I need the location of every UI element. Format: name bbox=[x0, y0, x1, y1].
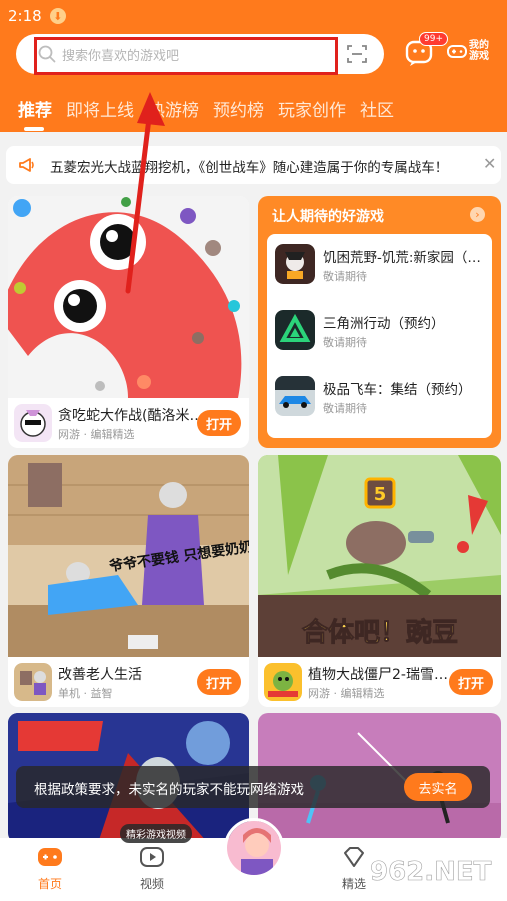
level-badge-text: 5 bbox=[374, 484, 387, 505]
tab-reservation-rank[interactable]: 预约榜 bbox=[213, 96, 264, 121]
list-item[interactable]: 极品飞车：集结（预约） 敬请期待 bbox=[275, 372, 487, 424]
game-tags: 网游 · 编辑精选 bbox=[58, 428, 135, 441]
nav-video-label: 视频 bbox=[139, 877, 164, 891]
top-header: 2:18 ⬇ 搜索你喜欢的游戏吧 99+ 我的游戏 推荐 即将上线 热游榜 预约… bbox=[0, 0, 507, 132]
elderly-game-icon bbox=[14, 663, 52, 701]
game-name: 植物大战僵尸2-瑞雪… bbox=[308, 667, 448, 683]
panel-title: 让人期待的好游戏 bbox=[272, 209, 384, 225]
snake-game-banner bbox=[8, 196, 249, 398]
verify-name-button[interactable]: 去实名 bbox=[404, 773, 472, 801]
game-name: 改善老人生活 bbox=[58, 667, 142, 683]
nav-video[interactable]: 视频 bbox=[122, 846, 182, 892]
search-icon bbox=[38, 45, 56, 63]
card-footer: 改善老人生活 单机 · 益智 打开 bbox=[8, 657, 249, 707]
nav-home-label: 首页 bbox=[37, 877, 62, 891]
game-status: 敬请期待 bbox=[323, 336, 367, 349]
pvz2-game-icon bbox=[264, 663, 302, 701]
close-icon[interactable]: ✕ bbox=[483, 154, 496, 173]
game-card-snake[interactable]: 贪吃蛇大作战(酷洛米… 网游 · 编辑精选 打开 bbox=[8, 196, 249, 448]
game-name: 饥困荒野-饥荒:新家园（… bbox=[323, 250, 481, 266]
nav-home[interactable]: 首页 bbox=[20, 846, 80, 892]
card-footer: 贪吃蛇大作战(酷洛米… 网游 · 编辑精选 打开 bbox=[8, 398, 249, 448]
open-button[interactable]: 打开 bbox=[449, 669, 493, 695]
game-name: 贪吃蛇大作战(酷洛米… bbox=[58, 408, 198, 424]
dont-starve-icon bbox=[275, 244, 315, 284]
snake-game-icon bbox=[14, 404, 52, 442]
game-tags: 网游 · 编辑精选 bbox=[308, 687, 385, 700]
open-button[interactable]: 打开 bbox=[197, 410, 241, 436]
my-games-label: 我的游戏 bbox=[469, 40, 489, 62]
anticipated-games-list: 饥困荒野-饥荒:新家园（… 敬请期待 三角洲行动（预约） 敬请期待 极品飞车：集… bbox=[267, 234, 492, 438]
my-games-button[interactable]: 我的游戏 bbox=[447, 40, 491, 62]
list-item[interactable]: 饥困荒野-饥荒:新家园（… 敬请期待 bbox=[275, 240, 487, 292]
game-name: 三角洲行动（预约） bbox=[323, 316, 445, 332]
list-item[interactable]: 三角洲行动（预约） 敬请期待 bbox=[275, 306, 487, 358]
home-gamepad-icon bbox=[38, 848, 62, 866]
chevron-right-icon[interactable]: › bbox=[470, 207, 485, 222]
game-card-pvz2[interactable]: 5 合体吧！豌豆 植物大战僵尸2-瑞雪… 网游 · 编辑精选 打开 bbox=[258, 455, 501, 707]
game-name: 极品飞车：集结（预约） bbox=[323, 382, 472, 398]
announcement-bar[interactable]: 五菱宏光大战蓝翔挖机，《创世战车》随心建造属于你的专属战车！ ✕ bbox=[6, 146, 501, 184]
gamepad-icon bbox=[447, 45, 467, 58]
game-status: 敬请期待 bbox=[323, 270, 367, 283]
category-tabs: 推荐 即将上线 热游榜 预约榜 玩家创作 社区 bbox=[18, 96, 394, 131]
announcement-text: 五菱宏光大战蓝翔挖机，《创世战车》随心建造属于你的专属战车！ bbox=[50, 160, 449, 176]
nav-featured[interactable]: 精选 bbox=[324, 846, 384, 892]
game-status: 敬请期待 bbox=[323, 402, 367, 415]
tab-coming-soon[interactable]: 即将上线 bbox=[66, 96, 134, 121]
game-tags: 单机 · 益智 bbox=[58, 687, 113, 700]
featured-diamond-icon bbox=[344, 847, 364, 867]
game-card-elderly-life[interactable]: 爷爷不要钱 只想要奶奶 改善老人生活 单机 · 益智 打开 bbox=[8, 455, 249, 707]
center-video-label: 精彩游戏视频 bbox=[120, 824, 192, 843]
card-footer: 植物大战僵尸2-瑞雪… 网游 · 编辑精选 打开 bbox=[258, 657, 501, 707]
status-bar: 2:18 ⬇ bbox=[8, 6, 66, 26]
toast-message: 根据政策要求，未实名的玩家不能玩网络游戏 bbox=[34, 782, 304, 798]
tab-community[interactable]: 社区 bbox=[360, 96, 394, 121]
need-for-speed-icon bbox=[275, 376, 315, 416]
elderly-game-banner: 爷爷不要钱 只想要奶奶 bbox=[8, 455, 249, 657]
nav-featured-label: 精选 bbox=[341, 877, 366, 891]
video-icon bbox=[140, 847, 164, 867]
anticipated-games-panel: 让人期待的好游戏 › 饥困荒野-饥荒:新家园（… 敬请期待 三角洲行动（预约） … bbox=[258, 196, 501, 448]
center-video-avatar[interactable] bbox=[224, 818, 284, 878]
status-time: 2:18 bbox=[8, 7, 42, 25]
banner-caption-2: 合体吧！豌豆 bbox=[302, 617, 458, 648]
real-name-toast: 根据政策要求，未实名的玩家不能玩网络游戏 去实名 bbox=[16, 766, 490, 808]
pvz-game-banner: 5 合体吧！豌豆 bbox=[258, 455, 501, 657]
megaphone-icon bbox=[19, 158, 34, 172]
tab-player-creation[interactable]: 玩家创作 bbox=[278, 96, 346, 121]
tab-hot-games[interactable]: 热游榜 bbox=[148, 96, 199, 121]
open-button[interactable]: 打开 bbox=[197, 669, 241, 695]
search-bar[interactable]: 搜索你喜欢的游戏吧 bbox=[16, 34, 384, 74]
search-input[interactable]: 搜索你喜欢的游戏吧 bbox=[62, 45, 179, 64]
tab-recommended[interactable]: 推荐 bbox=[18, 96, 52, 131]
watermark-sub: 乐游网 bbox=[418, 881, 451, 894]
message-badge: 99+ bbox=[419, 32, 448, 46]
delta-force-icon bbox=[275, 310, 315, 350]
download-icon: ⬇ bbox=[49, 8, 66, 24]
scan-icon[interactable] bbox=[346, 44, 368, 64]
